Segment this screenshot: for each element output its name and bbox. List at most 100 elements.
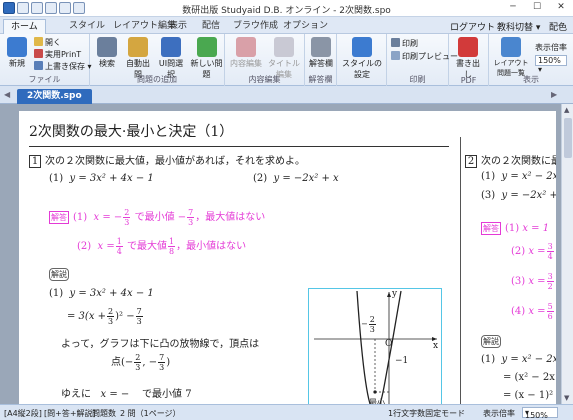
pdf-icon (458, 37, 478, 57)
problem-2-answer-2: (2) x = 3 4 (511, 242, 555, 261)
answer-label: (4) (511, 306, 526, 317)
logout-link[interactable]: ログアウト (450, 20, 495, 33)
answer-2-suffix: ，最小値はない (176, 241, 247, 252)
explanation-line-3: よって，グラフは下に凸の放物線で，頂点は (61, 339, 260, 350)
fraction: 73 (187, 208, 195, 227)
save-small-icon (34, 61, 43, 70)
fraction: 56 (546, 302, 554, 321)
textbook-switch-button[interactable]: 教科切替 ▾ (497, 20, 540, 33)
tab-distribute[interactable]: 配信 (195, 19, 227, 34)
tab-scroll-right-icon[interactable]: ▶ (551, 90, 557, 99)
new-button[interactable]: 新規 (2, 34, 32, 69)
denominator: 3 (369, 325, 375, 334)
group-print-label: 印刷 (409, 75, 426, 84)
parabola-graph: y x O −2 3 −1 最小 (308, 288, 442, 404)
item-label: (2) (253, 173, 268, 184)
print-preview-icon (391, 51, 400, 60)
tab-scroll-left-icon[interactable]: ◀ (4, 90, 10, 99)
printer-icon (391, 38, 400, 47)
zoom-label: 表示倍率 (535, 43, 567, 52)
answer-tag: 解答 (49, 211, 69, 224)
layout-list-button[interactable]: レイアウト問題一覧 (491, 34, 531, 78)
tab-home[interactable]: ホーム (3, 19, 46, 34)
fraction: 32 (546, 272, 554, 291)
expl-expr: , − (142, 357, 158, 368)
tab-style[interactable]: スタイル (62, 19, 112, 34)
explanation-tag-row: 解説 (49, 268, 73, 281)
status-layout: [A4縦2段] (4, 409, 42, 418)
explanation-line-5: ゆえに x = − で最小値 7 (61, 385, 192, 400)
print-preview-button[interactable]: 印刷プレビュー (391, 51, 458, 62)
answer-sheet-icon (311, 37, 331, 57)
fraction: 73 (135, 307, 143, 326)
window-title: 数研出版 Studyaid D.B. オンライン - 2次関数.spo (182, 6, 391, 16)
problem-2-expl-2: = (x² − 2x (503, 372, 555, 383)
status-zoom-value: 150% (525, 411, 548, 420)
answer-label: (2) (511, 246, 526, 257)
numerator: 7 (187, 208, 195, 218)
answer-1-suffix: ，最大値はない (195, 212, 266, 223)
denominator: 3 (159, 363, 165, 372)
graph-vertex-x-label: −2 3 (361, 315, 377, 334)
tab-options[interactable]: オプション (276, 19, 335, 34)
graph-y-label: y (392, 289, 398, 299)
group-answer-label: 解答欄 (308, 75, 333, 84)
search-label: 検索 (99, 59, 115, 68)
numerator: 2 (123, 208, 131, 218)
add-problem-icon (196, 37, 217, 57)
graph-x-label: x (433, 341, 439, 351)
title-rule (29, 146, 449, 147)
expl-expr: ) (166, 357, 171, 368)
maximize-button[interactable]: ☐ (525, 0, 549, 16)
numerator: 3 (546, 272, 554, 282)
style-settings-button[interactable]: スタイルの設定 (339, 34, 385, 80)
layout-list-icon (501, 37, 521, 57)
scroll-down-icon[interactable]: ▼ (564, 394, 569, 402)
textbook-switch-label: 教科切替 (497, 23, 534, 33)
item-expr: y = −2x² + x (273, 173, 339, 184)
answer-sheet-button[interactable]: 解答欄 (306, 34, 336, 69)
zoom-select[interactable]: 150% ▾ (535, 55, 567, 74)
problem-2-statement: 2 次の２次関数に最 (465, 152, 556, 168)
column-divider (460, 137, 461, 404)
scroll-up-icon[interactable]: ▲ (564, 106, 569, 114)
answer-expr: x = (528, 306, 546, 317)
problem-2-expl-3: = (x − 1)² − (503, 390, 556, 401)
numerator: 3 (546, 242, 554, 252)
vertex-point (373, 390, 377, 394)
problem-1-item-1: (1) y = 3x² + 4x − 1 (49, 173, 154, 184)
graph-min-label: 最小 (369, 398, 385, 404)
expl-expr: )² − (115, 311, 135, 322)
zoom-value: 150% (538, 56, 561, 65)
open-button[interactable]: 開く (34, 37, 61, 48)
y-axis-arrow (387, 292, 391, 297)
write-out-button[interactable]: 書き出し (453, 34, 483, 80)
graph-minus-one-label: −1 (395, 356, 409, 366)
group-add-problem-label: 問題の追加 (137, 75, 177, 84)
explanation-line-4: 点(− 2 3, −7 3) (111, 353, 170, 372)
overwrite-save-button[interactable]: 上書き保存 ▾ (34, 61, 92, 72)
content-edit-button[interactable]: 内容編集 (229, 34, 263, 69)
content-edit-label: 内容編集 (230, 59, 262, 68)
group-file: 新規 開く 実用PrinT 上書き保存 ▾ ファイル (0, 34, 92, 86)
fraction: 23 (107, 307, 115, 326)
fraction: 23 (368, 315, 376, 334)
group-add-problem: 検索 自動出問 UI問選択 新しい問題 問題の追加 (90, 34, 225, 86)
status-input-mode: 1行文字数固定モード (388, 409, 466, 418)
scrollbar-thumb[interactable] (564, 118, 572, 158)
fraction: 18 (168, 237, 176, 256)
group-display: レイアウト問題一覧 表示倍率 150% ▾ 表示 (489, 34, 573, 86)
minimize-button[interactable]: ─ (501, 0, 525, 16)
print-button[interactable]: 印刷 (391, 38, 418, 49)
color-scheme-button[interactable]: 配色 (549, 20, 567, 33)
denominator: 2 (547, 282, 553, 291)
answer-label: (1) (505, 223, 520, 234)
document-tab[interactable]: 2次関数.spo (17, 89, 92, 104)
practical-print-button[interactable]: 実用PrinT (34, 49, 81, 60)
close-button[interactable]: ✕ (549, 0, 573, 16)
vertical-scrollbar[interactable]: ▲ ▼ (561, 104, 573, 404)
search-button[interactable]: 検索 (92, 34, 122, 69)
status-zoom-select[interactable]: 150% ▾ (522, 407, 558, 420)
tab-view[interactable]: 表示 (162, 19, 194, 34)
expl-expr: x = − (100, 389, 130, 400)
